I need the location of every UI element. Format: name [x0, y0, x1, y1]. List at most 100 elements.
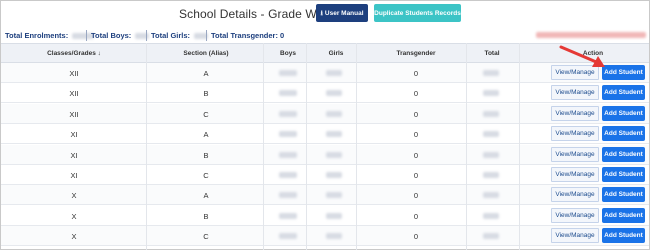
view-manage-button[interactable]: View/Manage — [551, 85, 599, 101]
grade-cell: XII — [69, 109, 79, 119]
download-icon: ⭳ — [320, 9, 323, 17]
table-row: X A 0 View/Manage Add Student — [1, 185, 649, 206]
col-girls: Girls — [328, 50, 344, 57]
transgender-cell: 0 — [413, 89, 419, 99]
boys-cell-redacted — [279, 192, 297, 199]
grade-cell: XI — [70, 171, 78, 180]
column-divider — [263, 43, 264, 250]
table-row: X C 0 View/Manage Add Student — [1, 226, 649, 247]
user-manual-label: User Manual — [324, 9, 364, 17]
girls-cell-redacted — [326, 192, 342, 199]
total-cell-redacted — [483, 212, 499, 219]
column-divider — [519, 43, 520, 250]
add-student-button[interactable]: Add Student — [602, 187, 645, 203]
boys-cell-redacted — [279, 172, 297, 178]
table-row: XII A 0 View/Manage Add Student — [1, 63, 649, 83]
view-manage-button[interactable]: View/Manage — [551, 126, 599, 142]
section-cell: B — [203, 150, 209, 160]
total-enrolments-label: Total Enrolments: — [5, 31, 69, 40]
boys-cell-redacted — [279, 233, 297, 240]
grade-cell: X — [71, 191, 77, 201]
page-frame: School Details - Grade Wise ⭳ User Manua… — [0, 0, 650, 250]
transgender-cell: 0 — [413, 109, 419, 119]
col-section: Section (Alias) — [183, 50, 229, 57]
girls-cell-redacted — [326, 131, 342, 138]
section-cell: A — [203, 69, 209, 78]
grade-table: Classes/Grades ↓ Section (Alias) Boys Gi… — [1, 43, 649, 250]
section-cell: C — [203, 232, 209, 242]
user-manual-button[interactable]: ⭳ User Manual — [316, 4, 368, 22]
total-cell-redacted — [483, 70, 499, 76]
transgender-cell: 0 — [413, 171, 419, 180]
boys-cell-redacted — [279, 90, 297, 97]
add-student-button[interactable]: Add Student — [602, 126, 645, 142]
boys-cell-redacted — [279, 212, 297, 219]
section-cell: A — [203, 191, 209, 201]
grade-cell: XI — [70, 150, 78, 160]
view-manage-button[interactable]: View/Manage — [551, 146, 599, 162]
total-enrolments: Total Enrolments: — [5, 31, 95, 40]
girls-cell-redacted — [326, 172, 342, 178]
transgender-cell: 0 — [413, 130, 419, 140]
table-row: XI B 0 View/Manage Add Student — [1, 144, 649, 165]
table-header: Classes/Grades ↓ Section (Alias) Boys Gi… — [1, 43, 649, 63]
section-cell: A — [203, 130, 209, 140]
add-student-button[interactable]: Add Student — [602, 146, 645, 162]
grade-cell: XII — [69, 89, 79, 99]
view-manage-button[interactable]: View/Manage — [551, 167, 599, 182]
grade-cell: X — [71, 211, 77, 221]
grade-cell: XI — [70, 130, 78, 140]
girls-cell-redacted — [326, 70, 342, 76]
col-action: Action — [582, 50, 604, 57]
add-student-button[interactable]: Add Student — [602, 167, 645, 182]
add-student-button[interactable]: Add Student — [602, 105, 645, 121]
divider — [86, 30, 87, 41]
girls-cell-redacted — [326, 212, 342, 219]
transgender-cell: 0 — [413, 150, 419, 160]
view-manage-button[interactable]: View/Manage — [551, 187, 599, 203]
col-boys: Boys — [280, 50, 296, 57]
page-title: School Details - Grade Wise — [179, 7, 333, 21]
column-divider — [146, 43, 147, 250]
top-bar: School Details - Grade Wise ⭳ User Manua… — [1, 1, 649, 29]
sort-down-icon: ↓ — [97, 50, 101, 57]
boys-cell-redacted — [279, 70, 297, 76]
view-manage-button[interactable]: View/Manage — [551, 228, 599, 244]
grade-cell: X — [71, 232, 77, 242]
divider — [206, 30, 207, 41]
divider — [146, 30, 147, 41]
girls-cell-redacted — [326, 233, 342, 240]
total-cell-redacted — [483, 233, 499, 240]
boys-cell-redacted — [279, 151, 297, 158]
transgender-cell: 0 — [413, 69, 419, 78]
col-classes-grades-label: Classes/Grades — [47, 50, 96, 57]
section-cell: B — [203, 211, 209, 221]
total-cell-redacted — [483, 131, 499, 138]
transgender-cell: 0 — [413, 232, 419, 242]
view-manage-button[interactable]: View/Manage — [551, 207, 599, 223]
add-student-button[interactable]: Add Student — [602, 228, 645, 244]
column-divider — [306, 43, 307, 250]
total-boys-label: Total Boys: — [91, 31, 132, 40]
section-cell: C — [203, 109, 209, 119]
boys-cell-redacted — [279, 110, 297, 117]
column-divider — [466, 43, 467, 250]
table-row: XII C 0 View/Manage Add Student — [1, 103, 649, 124]
girls-cell-redacted — [326, 151, 342, 158]
total-cell-redacted — [483, 172, 499, 178]
total-girls: Total Girls: — [151, 31, 209, 40]
add-student-button[interactable]: Add Student — [602, 85, 645, 101]
col-classes-grades[interactable]: Classes/Grades ↓ — [29, 50, 119, 57]
add-student-button[interactable]: Add Student — [602, 207, 645, 223]
total-cell-redacted — [483, 151, 499, 158]
duplicate-students-button[interactable]: Duplicate Students Records — [374, 4, 461, 22]
girls-cell-redacted — [326, 90, 342, 97]
add-student-button[interactable]: Add Student — [602, 65, 645, 80]
girls-cell-redacted — [326, 110, 342, 117]
view-manage-button[interactable]: View/Manage — [551, 65, 599, 80]
total-transgender: Total Transgender: 0 — [211, 31, 285, 40]
transgender-cell: 0 — [413, 191, 419, 201]
view-manage-button[interactable]: View/Manage — [551, 105, 599, 121]
col-transgender: Transgender — [396, 50, 436, 57]
section-cell: C — [203, 171, 209, 180]
